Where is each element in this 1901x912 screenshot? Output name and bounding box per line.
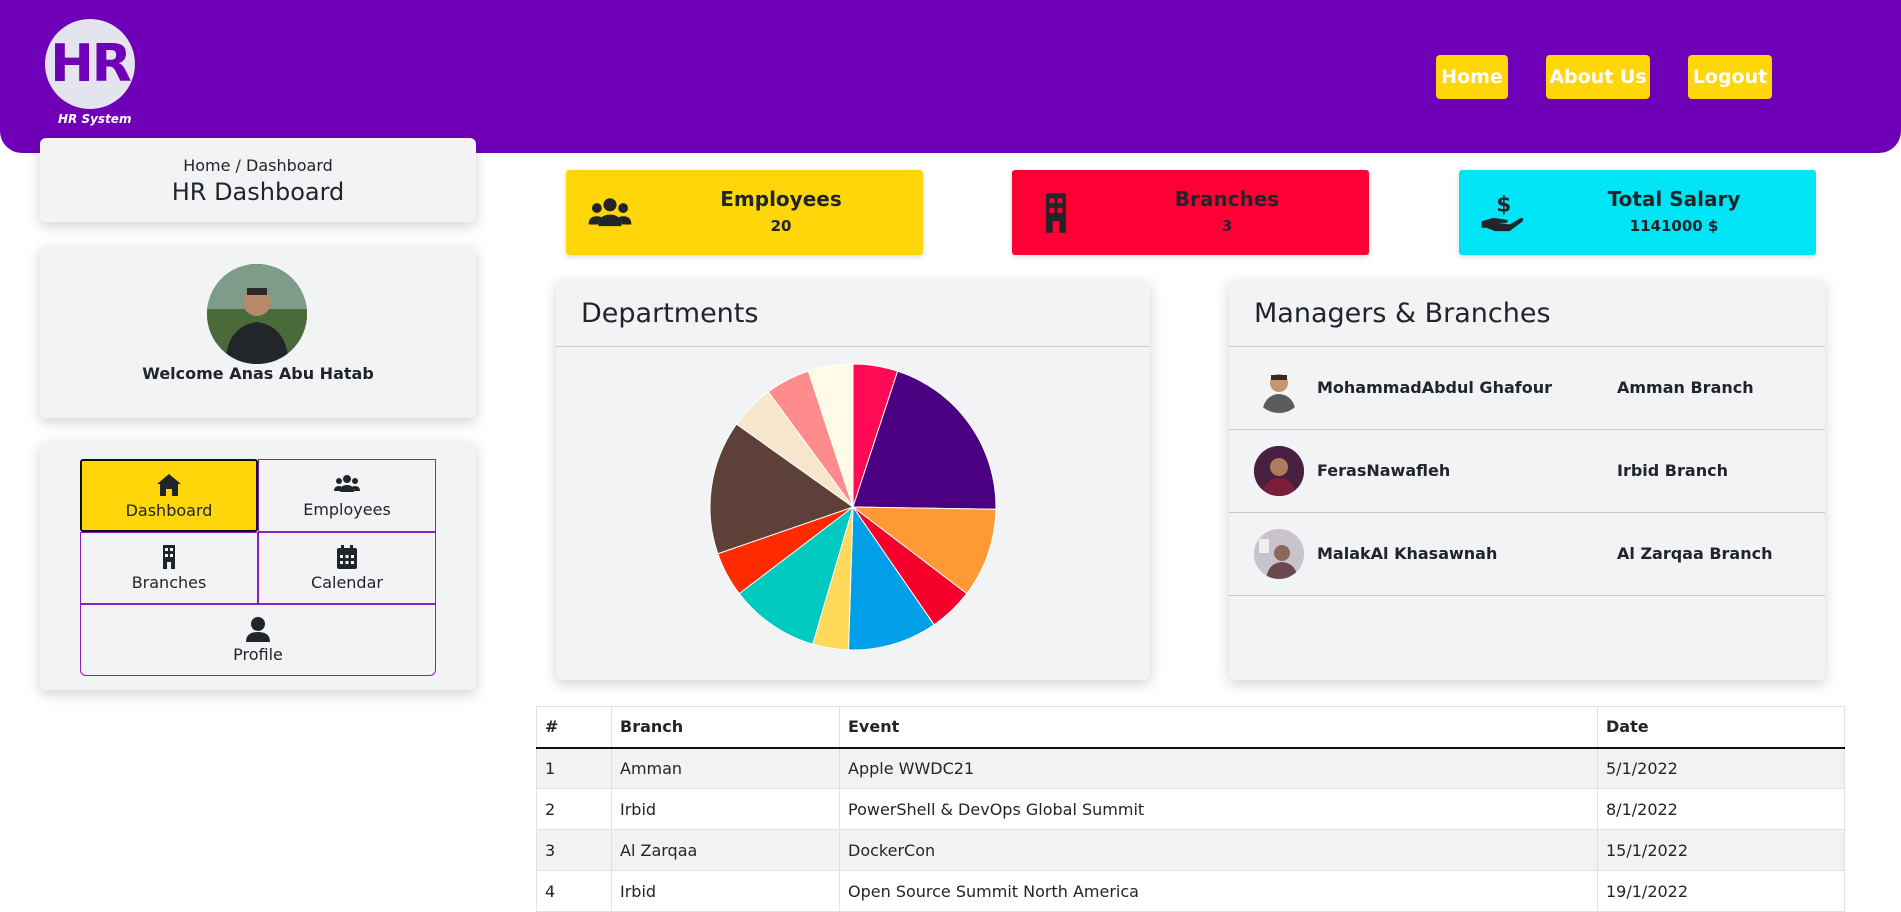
breadcrumb: Home / Dashboard [183, 156, 333, 175]
svg-text:$: $ [1496, 192, 1511, 217]
cell-date: 8/1/2022 [1597, 788, 1845, 830]
cell-branch: Irbid [611, 870, 840, 912]
stat-salary: $ Total Salary 1141000 $ [1459, 170, 1816, 255]
menu-dashboard[interactable]: Dashboard [80, 459, 258, 532]
menu-dashboard-label: Dashboard [125, 501, 213, 520]
events-table: # Branch Event Date 1 Amman Apple WWDC21… [536, 706, 1845, 912]
manager-row: MalakAl Khasawnah Al Zarqaa Branch [1229, 513, 1825, 596]
cell-date: 5/1/2022 [1597, 747, 1845, 789]
manager-avatar [1254, 363, 1304, 413]
manager-branch: Amman Branch [1617, 378, 1754, 397]
stat-branches-title: Branches [1174, 187, 1280, 211]
stat-employees-title: Employees [720, 187, 842, 211]
menu-branches[interactable]: Branches [80, 532, 258, 604]
col-event: Event [839, 706, 1598, 749]
logo-subtitle: HR System [58, 112, 132, 126]
cell-index: 1 [536, 747, 612, 789]
cell-event: PowerShell & DevOps Global Summit [839, 788, 1598, 830]
col-branch: Branch [611, 706, 840, 749]
building-icon [163, 545, 175, 569]
users-icon [588, 198, 632, 227]
managers-title: Managers & Branches [1254, 298, 1551, 329]
manager-name: MohammadAbdul Ghafour [1317, 378, 1552, 397]
cell-index: 4 [536, 870, 612, 912]
table-row: 4 Irbid Open Source Summit North America… [536, 870, 1845, 912]
logo-text: HR [50, 34, 132, 94]
manager-row: FerasNawafleh Irbid Branch [1229, 430, 1825, 513]
home-icon [157, 474, 181, 496]
top-header: HR HR System Home About Us Logout [0, 0, 1901, 153]
cell-event: Apple WWDC21 [839, 747, 1598, 789]
stat-salary-value: 1141000 $ [1629, 217, 1719, 235]
stat-employees-value: 20 [770, 217, 792, 235]
cell-index: 2 [536, 788, 612, 830]
menu-employees[interactable]: Employees [258, 459, 436, 532]
avatar [207, 264, 307, 364]
managers-panel: Managers & Branches MohammadAbdul Ghafou… [1229, 280, 1825, 680]
hand-dollar-icon: $ [1481, 192, 1524, 232]
table-row: 1 Amman Apple WWDC21 5/1/2022 [536, 747, 1845, 789]
nav-about-button[interactable]: About Us [1546, 55, 1650, 99]
departments-panel: Departments [556, 280, 1150, 680]
nav-home-button[interactable]: Home [1436, 55, 1508, 99]
users-icon [334, 475, 360, 492]
table-header-row: # Branch Event Date [536, 706, 1845, 749]
manager-name: MalakAl Khasawnah [1317, 544, 1498, 563]
manager-branch: Al Zarqaa Branch [1617, 544, 1773, 563]
col-index: # [536, 706, 612, 749]
menu-calendar-label: Calendar [311, 573, 383, 592]
manager-row: MohammadAbdul Ghafour Amman Branch [1229, 347, 1825, 430]
user-icon [246, 617, 270, 642]
stat-branches: Branches 3 [1012, 170, 1369, 255]
profile-card: Welcome Anas Abu Hatab [40, 246, 476, 418]
cell-date: 15/1/2022 [1597, 829, 1845, 871]
table-row: 3 Al Zarqaa DockerCon 15/1/2022 [536, 829, 1845, 871]
menu-profile-label: Profile [233, 645, 283, 664]
stat-employees: Employees 20 [566, 170, 923, 255]
cell-branch: Amman [611, 747, 840, 789]
stat-salary-title: Total Salary [1607, 187, 1741, 211]
manager-avatar [1254, 529, 1304, 579]
cell-date: 19/1/2022 [1597, 870, 1845, 912]
manager-avatar [1254, 446, 1304, 496]
table-row: 2 Irbid PowerShell & DevOps Global Summi… [536, 788, 1845, 830]
manager-branch: Irbid Branch [1617, 461, 1728, 480]
cell-branch: Al Zarqaa [611, 829, 840, 871]
menu-card: Dashboard Employees Branches Calendar Pr… [40, 442, 476, 690]
menu-branches-label: Branches [131, 573, 207, 592]
menu-profile[interactable]: Profile [80, 604, 436, 676]
cell-branch: Irbid [611, 788, 840, 830]
menu-employees-label: Employees [303, 500, 391, 519]
stat-branches-value: 3 [1221, 217, 1233, 235]
cell-index: 3 [536, 829, 612, 871]
menu-calendar[interactable]: Calendar [258, 532, 436, 604]
breadcrumb-card: Home / Dashboard HR Dashboard [40, 138, 476, 222]
welcome-text: Welcome Anas Abu Hatab [142, 364, 374, 383]
nav-logout-button[interactable]: Logout [1688, 55, 1772, 99]
departments-pie-chart [709, 363, 997, 651]
calendar-icon [337, 545, 357, 569]
hr-logo[interactable]: HR [45, 19, 135, 109]
cell-event: DockerCon [839, 829, 1598, 871]
col-date: Date [1597, 706, 1845, 749]
manager-name: FerasNawafleh [1317, 461, 1451, 480]
page-title: HR Dashboard [171, 178, 345, 206]
building-icon [1046, 193, 1066, 233]
cell-event: Open Source Summit North America [839, 870, 1598, 912]
